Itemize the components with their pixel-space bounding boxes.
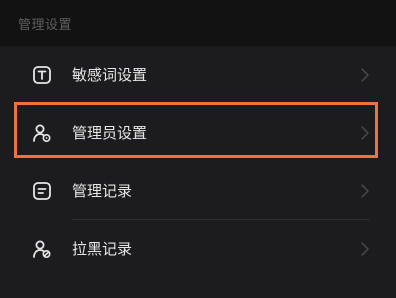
settings-row-label: 拉黑记录	[72, 240, 133, 258]
settings-row-sensitive-words[interactable]: 敏感词设置	[0, 46, 396, 104]
block-user-icon	[33, 240, 51, 259]
settings-row-admin-records[interactable]: 管理记录	[0, 162, 396, 220]
chevron-right-icon	[361, 126, 369, 140]
settings-row-label: 管理记录	[72, 182, 133, 200]
record-list-icon	[33, 182, 51, 200]
settings-row-label: 敏感词设置	[72, 66, 148, 84]
chevron-right-icon	[361, 242, 369, 256]
bottom-strip	[0, 278, 396, 298]
section-title: 管理设置	[18, 18, 73, 33]
section-header: 管理设置	[0, 0, 396, 48]
chevron-right-icon	[361, 184, 369, 198]
settings-row-block-records[interactable]: 拉黑记录	[0, 220, 396, 278]
chevron-right-icon	[361, 68, 369, 82]
admin-user-icon	[33, 124, 51, 143]
text-t-icon	[33, 66, 51, 84]
settings-row-label: 管理员设置	[72, 124, 148, 142]
settings-row-admin[interactable]: 管理员设置	[0, 104, 396, 162]
settings-page: 管理设置 敏感词设置 管理员设置 管理记录 拉黑记录	[0, 0, 396, 298]
